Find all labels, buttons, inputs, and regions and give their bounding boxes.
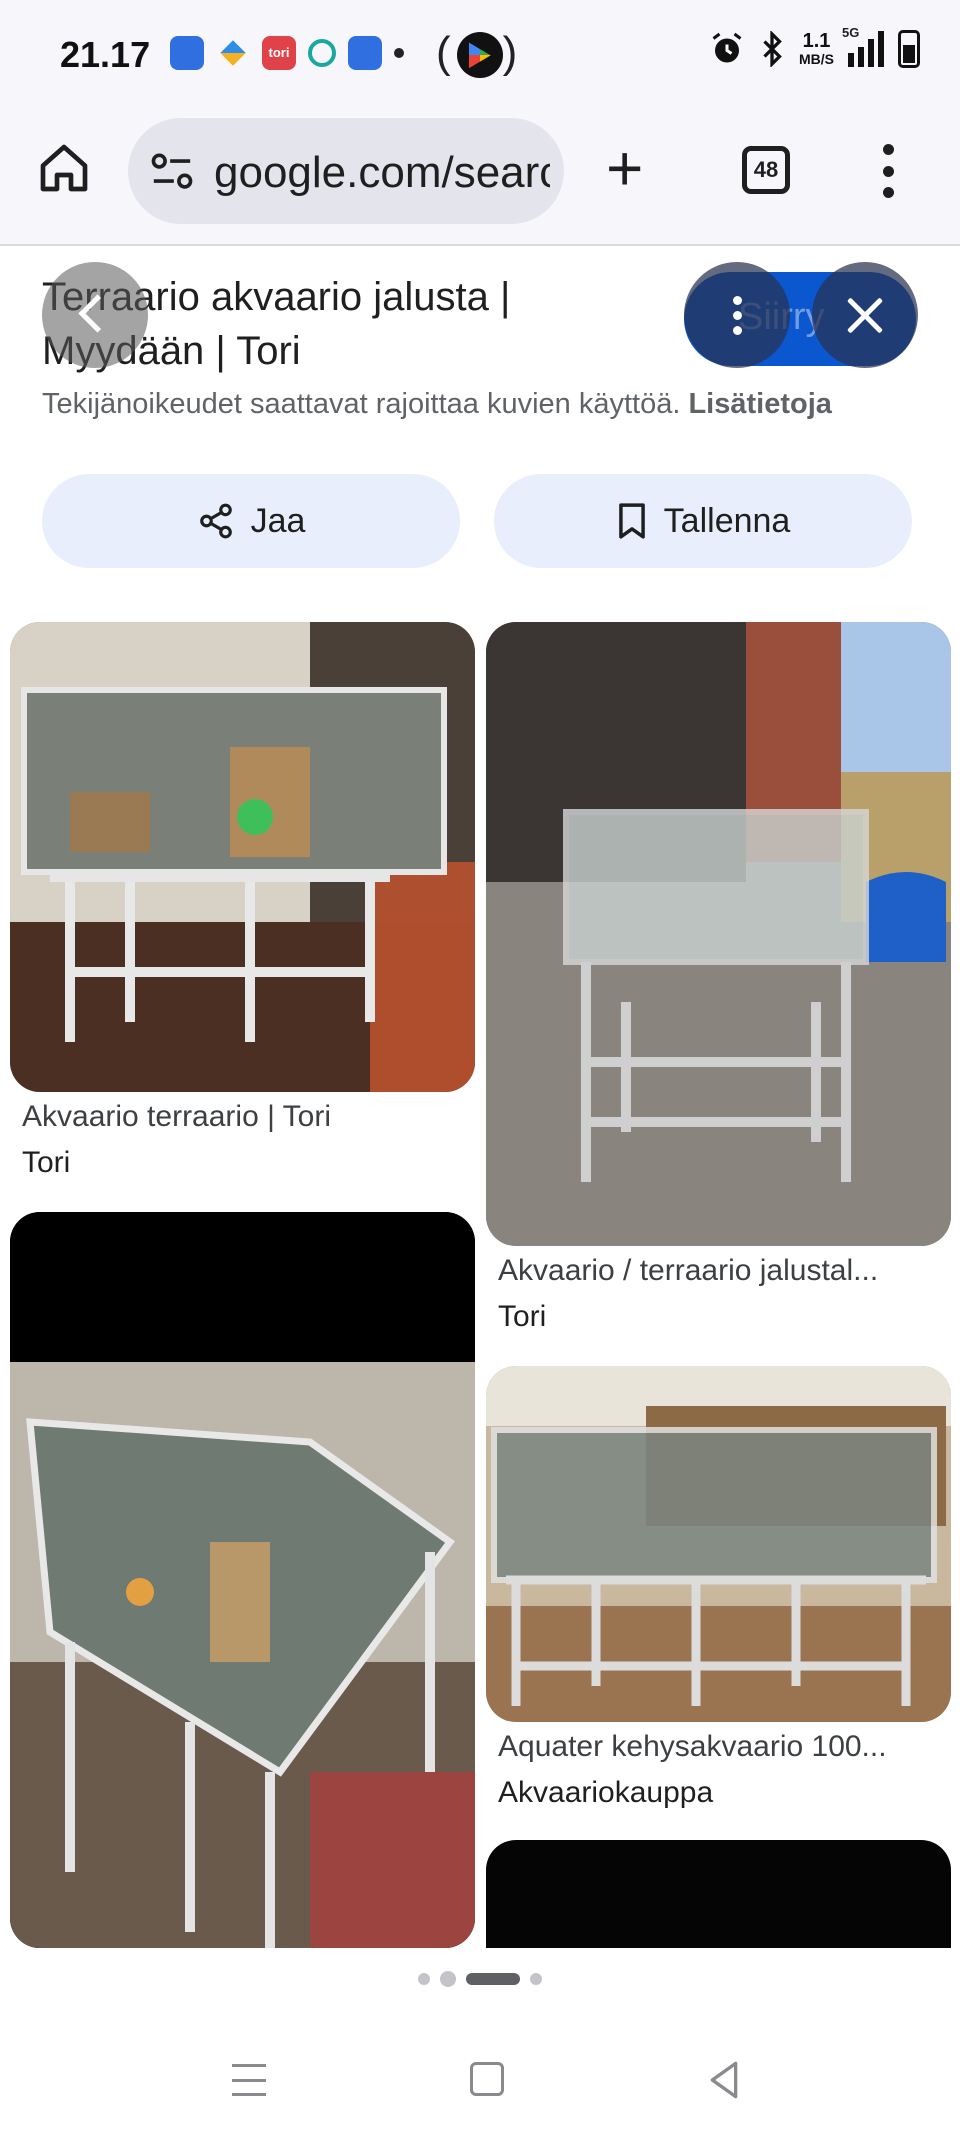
address-bar[interactable]: google.com/search [128, 118, 564, 224]
bluetooth-icon [763, 31, 782, 67]
back-arrow-button[interactable] [42, 262, 148, 368]
more-menu-icon[interactable] [880, 144, 896, 198]
related-image-card[interactable] [486, 1840, 951, 1948]
related-title[interactable]: Aquater kehysakvaario 100... [498, 1730, 938, 1764]
aquarium-photo[interactable] [10, 622, 475, 1092]
related-image-card[interactable]: Akvaario terraario | Tori Tori [10, 622, 475, 1182]
related-image-card[interactable]: Akvaario / terraario jalustal... Tori [486, 622, 951, 1338]
cloud-icon [308, 39, 336, 67]
site-settings-icon[interactable] [150, 152, 194, 192]
learn-more-link[interactable]: Lisätietoja [688, 388, 831, 420]
wifi-file-icon [348, 36, 382, 70]
bookmark-icon [618, 503, 645, 539]
home-icon[interactable] [36, 140, 92, 196]
more-options-button[interactable] [684, 262, 790, 368]
save-label: Tallenna [663, 501, 791, 540]
page-indicator [0, 1954, 960, 2004]
screen: 21.17 tori () 1.1 MB/S 5G google.com/sea… [0, 0, 960, 2133]
google-play-icon: () [436, 28, 524, 79]
related-title[interactable]: Akvaario / terraario jalustal... [498, 1254, 938, 1288]
alarm-icon [712, 32, 742, 63]
related-source[interactable]: Tori [22, 1146, 70, 1180]
system-icons: 1.1 MB/S 5G [709, 25, 920, 68]
nav-back-icon[interactable] [706, 2060, 742, 2100]
related-source[interactable]: Tori [498, 1300, 546, 1334]
save-button[interactable]: Tallenna [494, 474, 912, 568]
related-image-card[interactable]: Aquater kehysakvaario 100... Akvaariokau… [486, 1366, 951, 1812]
battery-icon [898, 30, 920, 68]
aquarium-photo[interactable] [10, 1212, 475, 1948]
tab-switcher-button[interactable]: 48 [742, 146, 790, 194]
nav-home-icon[interactable] [470, 2062, 504, 2096]
status-time: 21.17 [60, 34, 151, 75]
aquarium-photo[interactable] [486, 622, 951, 1246]
dot-icon [394, 48, 404, 58]
share-label: Jaa [250, 501, 306, 540]
related-image-card[interactable] [10, 1212, 475, 1948]
network-type: 5G [842, 25, 860, 40]
mobile-signal: 5G [842, 25, 884, 67]
recent-apps-icon[interactable] [232, 2064, 266, 2096]
share-button[interactable]: Jaa [42, 474, 460, 568]
gem-icon [216, 36, 250, 70]
wifi-file-icon [170, 36, 204, 70]
aquarium-photo[interactable] [486, 1366, 951, 1722]
close-button[interactable] [812, 262, 918, 368]
aquarium-photo[interactable] [486, 1840, 951, 1948]
speed-unit: MB/S [799, 51, 834, 67]
system-navigation-bar [0, 2040, 960, 2133]
copyright-text: Tekijänoikeudet saattavat rajoittaa kuvi… [42, 388, 681, 420]
related-source[interactable]: Akvaariokauppa [498, 1776, 713, 1810]
image-viewer: Terraario akvaario jalusta | Myydään | T… [0, 248, 960, 1948]
tori-app-icon: tori [262, 36, 296, 70]
copyright-notice: Tekijänoikeudet saattavat rajoittaa kuvi… [42, 388, 832, 421]
new-tab-button[interactable]: + [606, 136, 643, 200]
browser-toolbar: google.com/search + 48 [0, 110, 960, 246]
notification-icons: tori [170, 36, 404, 70]
speed-value: 1.1 [802, 30, 831, 52]
status-bar: 21.17 tori () 1.1 MB/S 5G [0, 0, 960, 110]
related-title[interactable]: Akvaario terraario | Tori [22, 1100, 462, 1134]
share-icon [199, 503, 232, 539]
url-text[interactable]: google.com/search [214, 148, 550, 198]
network-speed: 1.1 MB/S [799, 31, 834, 67]
